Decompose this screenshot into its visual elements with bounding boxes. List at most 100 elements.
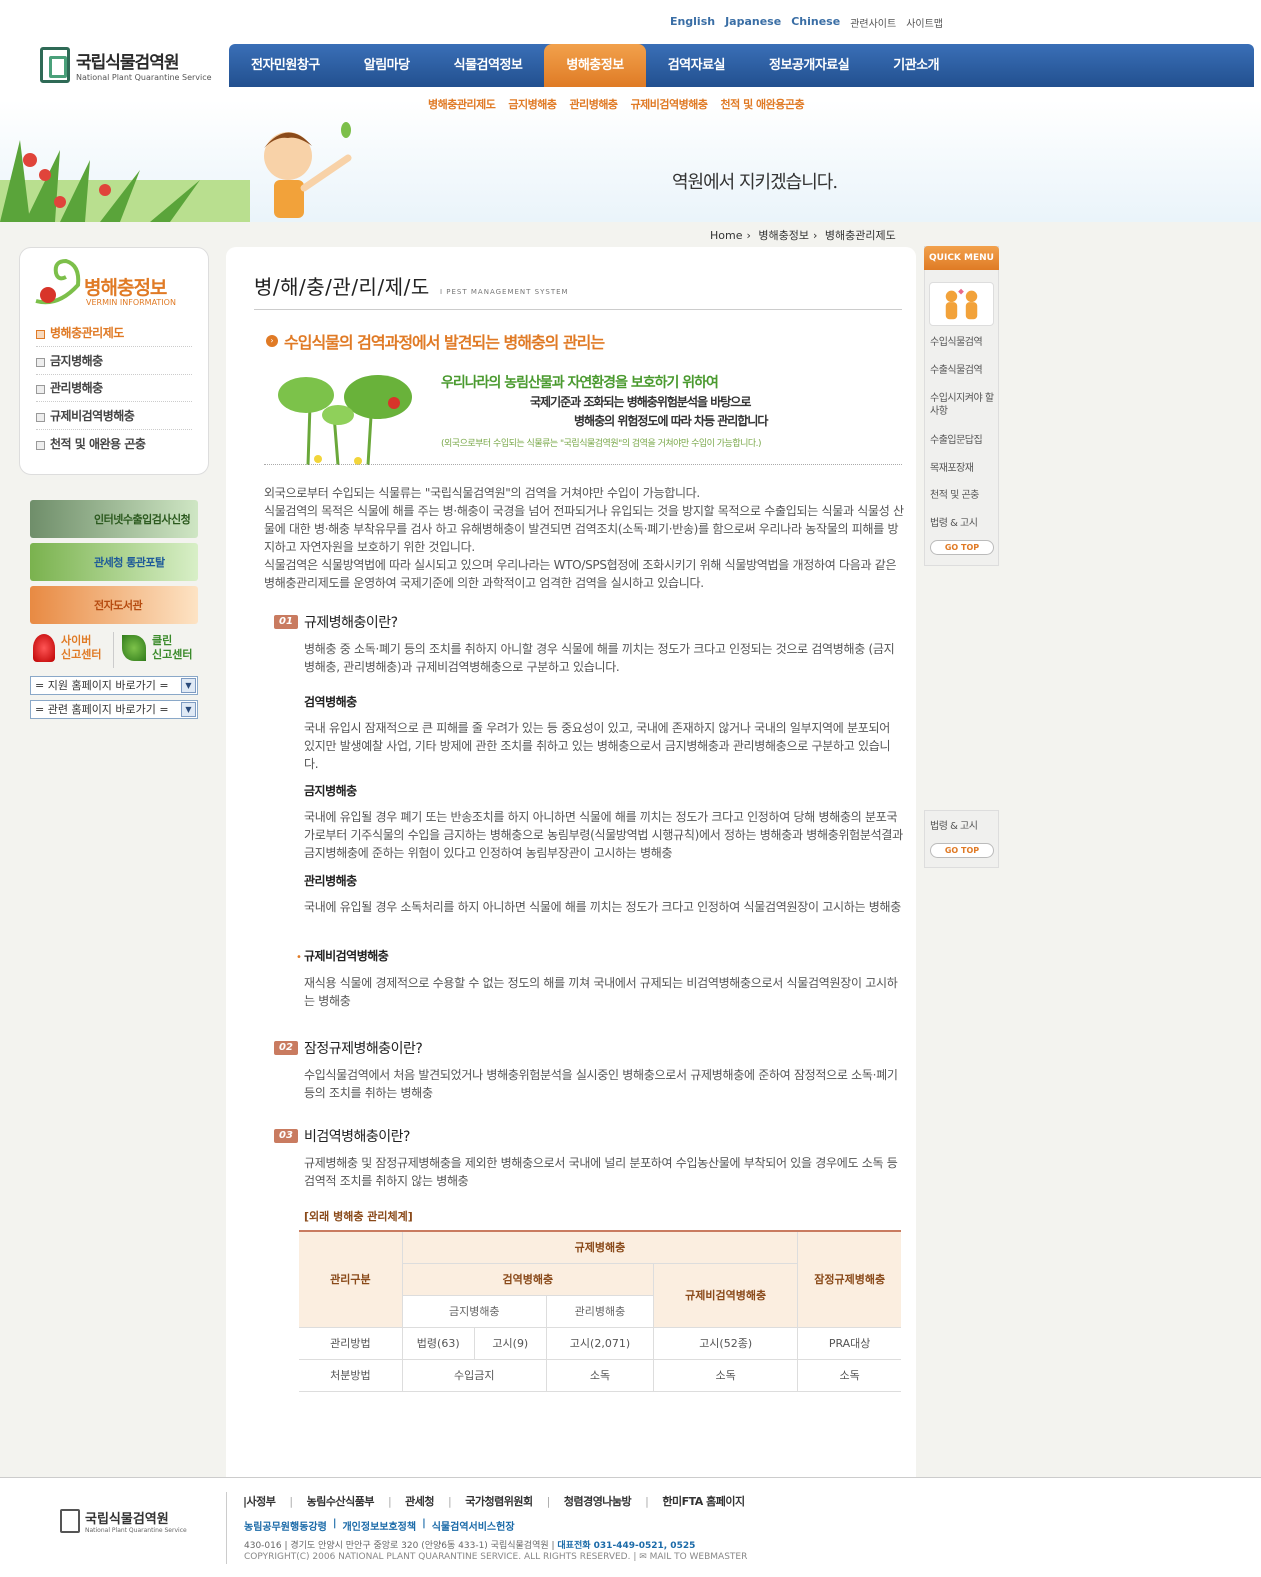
section-title-non-quarantine: 비검역병해충이란? <box>304 1129 410 1145</box>
footer-link[interactable]: 농림수산식품부 <box>289 1493 375 1509</box>
policy-privacy[interactable]: 개인정보보호정책 <box>342 1518 416 1533</box>
go-top-button[interactable]: GO TOP <box>930 540 994 555</box>
table-cell: 처분방법 <box>299 1358 403 1392</box>
sidebar-item-prohibited[interactable]: 금지병해충 <box>36 348 192 375</box>
clean-report-center[interactable]: 클린 신고센터 <box>122 634 192 662</box>
table-cell: 고시(9) <box>473 1326 547 1360</box>
nav-quarantine-data[interactable]: 검역자료실 <box>646 44 747 87</box>
leaf-icon <box>122 635 146 661</box>
footer-logo: 국립식물검역원 National Plant Quarantine Servic… <box>60 1508 187 1534</box>
policy-service-charter[interactable]: 식물검역서비스헌장 <box>432 1518 515 1533</box>
phone-text: 대표전화 031-449-0521, 0525 <box>557 1541 696 1551</box>
logo-title: 국립식물검역원 <box>76 53 179 73</box>
table-row: 관리방법 법령(63) 고시(9) 고시(2,071) 고시(52종) PRA대… <box>299 1326 901 1360</box>
footer-link[interactable]: 국가청렴위원회 <box>448 1493 533 1509</box>
footer-link[interactable]: 청렴경영나눔방 <box>547 1493 632 1509</box>
intro-note: (외국으로부터 수입되는 식물류는 "국립식물검역원"의 검역을 거쳐야만 수입… <box>441 439 762 449</box>
quick-menu-floating <box>924 810 999 868</box>
footer-policy-links: 농림공무원행동강령 | 개인정보보호정책 | 식물검역서비스헌장 <box>244 1518 515 1533</box>
banner-e-library[interactable]: 전자도서관 <box>30 586 198 624</box>
address-text: 430-016 | 경기도 안양시 만안구 중앙로 320 (안양6동 433-… <box>244 1541 555 1551</box>
subsection-body: 국내 유입시 잠재적으로 큰 피해를 줄 우려가 있는 등 중요성이 있고, 국… <box>304 721 891 771</box>
util-japanese[interactable]: Japanese <box>725 15 781 30</box>
policy-code-of-conduct[interactable]: 농림공무원행동강령 <box>244 1518 327 1533</box>
cyber-label-1: 사이버 <box>61 634 92 647</box>
quick-wood-packaging[interactable]: 목재포장재 <box>930 462 996 475</box>
subsection-title: 관리병해충 <box>304 874 357 888</box>
cyber-label-2: 신고센터 <box>61 648 102 661</box>
footer-link[interactable]: 관세청 <box>388 1493 434 1509</box>
quick-menu-title: QUICK MENU <box>924 246 999 270</box>
nav-notice[interactable]: 알림마당 <box>342 44 432 87</box>
logo-icon <box>60 1509 80 1533</box>
quick-faq[interactable]: 수출입문답집 <box>930 434 996 447</box>
footer-link[interactable]: |사정부 <box>243 1493 276 1509</box>
table-cell: 소독 <box>545 1358 655 1392</box>
nav-public-info[interactable]: 정보공개자료실 <box>747 44 871 87</box>
arrow-circle-icon: › <box>266 335 278 347</box>
breadcrumb-pest-info[interactable]: 병해충정보 <box>758 229 809 242</box>
table-cell: 소독 <box>653 1358 799 1392</box>
site-logo[interactable]: 국립식물검역원 National Plant Quarantine Servic… <box>40 47 212 83</box>
section-subtitle: › 수입식물의 검역과정에서 발견되는 병해충의 관리는 <box>266 329 605 353</box>
subnav-prohibited[interactable]: 금지병해충 <box>508 96 557 112</box>
table-cell: PRA대상 <box>797 1326 901 1360</box>
child-illustration <box>264 122 352 218</box>
sidebar-item-pest-management[interactable]: 병해충관리제도 <box>36 320 192 347</box>
subnav-pest-management[interactable]: 병해충관리제도 <box>428 96 496 112</box>
util-chinese[interactable]: Chinese <box>791 15 840 30</box>
footer-link[interactable]: 한미FTA 홈페이지 <box>645 1493 745 1509</box>
cyber-report-center[interactable]: 사이버 신고센터 <box>33 634 101 662</box>
subsection-title: 규제비검역병해충 <box>304 949 389 963</box>
support-site-select[interactable]: = 지원 홈페이지 바로가기 = ▼ <box>30 676 198 695</box>
banner-label: 인터넷수출입검사신청 <box>94 513 191 526</box>
nav-civil-service[interactable]: 전자민원창구 <box>229 44 342 87</box>
footer-copyright: COPYRIGHT(C) 2006 NATIONAL PLANT QUARANT… <box>244 1552 748 1562</box>
quick-import-rules[interactable]: 수입시지켜야 할 사항 <box>930 392 996 418</box>
nav-plant-quarantine[interactable]: 식물검역정보 <box>432 44 545 87</box>
quick-natural-enemies[interactable]: 천적 및 곤충 <box>930 489 996 502</box>
select-value: = 지원 홈페이지 바로가기 = <box>35 679 169 692</box>
breadcrumb-home[interactable]: Home <box>710 229 742 242</box>
nav-about[interactable]: 기관소개 <box>871 44 961 87</box>
footer-logo-title: 국립식물검역원 <box>85 1512 169 1527</box>
table-row: 처분방법 수입금지 소독 소독 소독 <box>299 1358 901 1392</box>
subnav-controlled[interactable]: 관리병해충 <box>569 96 618 112</box>
sidebar-item-rnq[interactable]: 규제비검역병해충 <box>36 403 192 430</box>
table-header: 관리구분 <box>299 1230 403 1328</box>
chevron-down-icon[interactable]: ▼ <box>181 702 196 717</box>
sidebar-title: 병해충정보 <box>84 277 167 299</box>
intro-line-2: 국제기준과 조화되는 병해충위험분석을 바탕으로 <box>530 395 751 409</box>
subnav-natural-enemies[interactable]: 천적 및 애완용곤충 <box>721 96 805 112</box>
section-number: 02 <box>274 1041 298 1055</box>
subnav-rnq[interactable]: 규제비검역병해충 <box>631 96 708 112</box>
breadcrumb: Home › 병해충정보 › 병해충관리제도 <box>710 227 900 243</box>
table-header: 금지병해충 <box>402 1294 547 1328</box>
slogan: 역원에서 지키겠습니다. <box>672 172 838 193</box>
banner-internet-inspection[interactable]: 인터넷수출입검사신청 <box>30 500 198 538</box>
intro-paragraph: 외국으로부터 수입되는 식물류는 "국립식물검역원"의 검역을 거쳐야만 수입이… <box>264 486 904 590</box>
subtitle-text: 수입식물의 검역과정에서 발견되는 병해충의 관리는 <box>284 333 605 352</box>
util-related-sites[interactable]: 관련사이트 <box>850 15 896 30</box>
nav-pest-info[interactable]: 병해충정보 <box>544 44 646 87</box>
snail-icon <box>35 258 81 305</box>
sidebar-item-natural-enemies[interactable]: 천적 및 애완용 곤충 <box>36 431 192 458</box>
go-top-button[interactable]: GO TOP <box>930 843 994 858</box>
banner-customs-portal[interactable]: 관세청 통관포탈 <box>30 543 198 581</box>
related-site-select[interactable]: = 관련 홈페이지 바로가기 = ▼ <box>30 700 198 719</box>
quick-laws[interactable]: 법령 & 고시 <box>930 820 996 833</box>
sidebar-item-controlled[interactable]: 관리병해충 <box>36 375 192 402</box>
footer-address: 430-016 | 경기도 안양시 만안구 중앙로 320 (안양6동 433-… <box>244 1538 695 1551</box>
quick-laws[interactable]: 법령 & 고시 <box>930 517 996 530</box>
quick-import-inspection[interactable]: 수입식물검역 <box>930 336 996 349</box>
chevron-down-icon[interactable]: ▼ <box>181 678 196 693</box>
section-number: 01 <box>274 615 298 629</box>
clean-label-1: 클린 <box>152 634 173 647</box>
quick-export-inspection[interactable]: 수출식물검역 <box>930 364 996 377</box>
dotted-divider <box>264 464 902 465</box>
table-cell: 고시(2,071) <box>545 1326 655 1360</box>
util-english[interactable]: English <box>670 15 715 30</box>
table-cell: 고시(52종) <box>653 1326 799 1360</box>
util-sitemap[interactable]: 사이트맵 <box>906 15 943 30</box>
table-header: 검역병해충 <box>402 1262 655 1296</box>
